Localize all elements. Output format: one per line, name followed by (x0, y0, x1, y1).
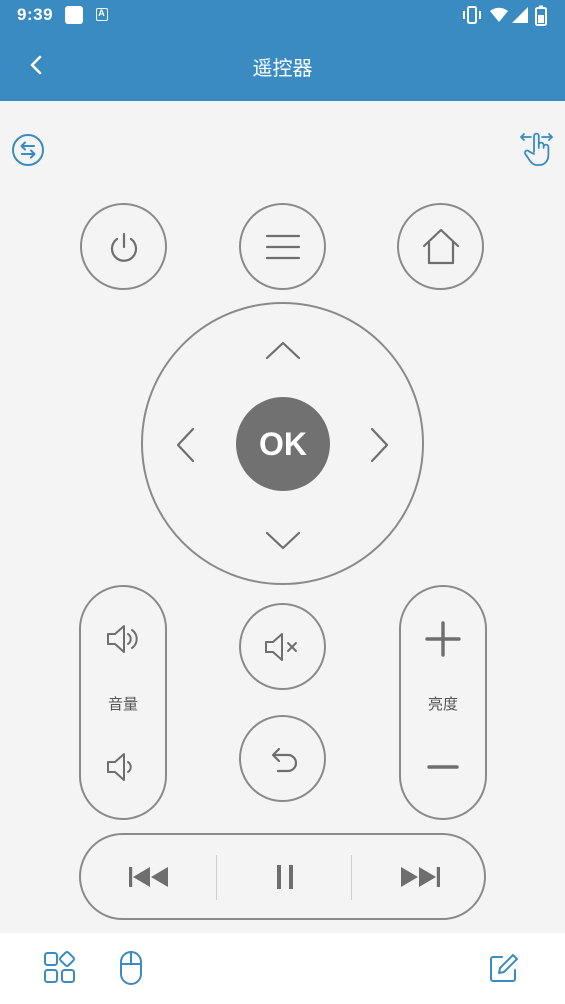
mouse-mode-button[interactable] (113, 950, 149, 986)
media-controls (79, 833, 486, 920)
skip-previous-icon (128, 866, 168, 887)
direction-pad: OK (141, 302, 424, 585)
skip-next-icon (400, 866, 440, 887)
swipe-hand-icon (520, 132, 553, 166)
brightness-control: 亮度 (399, 585, 487, 820)
switch-arrows-icon (12, 134, 44, 166)
vibrate-icon (463, 6, 481, 24)
status-bar: 9:39 A (0, 0, 565, 30)
battery-icon (535, 5, 547, 26)
home-icon (422, 228, 459, 264)
menu-button[interactable] (239, 203, 326, 290)
home-button[interactable] (397, 203, 484, 290)
mouse-icon (120, 951, 142, 985)
chevron-up-icon (265, 341, 301, 360)
previous-button[interactable] (81, 835, 216, 918)
apps-grid-icon (44, 951, 75, 983)
volume-mute-icon (264, 632, 297, 661)
dpad-up-button[interactable] (261, 328, 305, 372)
bottom-bar (0, 933, 565, 1004)
notification-a-icon: A (96, 8, 108, 21)
brightness-down-button[interactable] (421, 745, 465, 789)
pause-icon (276, 864, 293, 889)
plus-icon (425, 621, 461, 657)
edit-icon (490, 954, 518, 982)
volume-up-button[interactable] (101, 617, 145, 661)
power-button[interactable] (80, 203, 167, 290)
volume-up-icon (107, 625, 138, 653)
gesture-mode-button[interactable] (518, 128, 556, 173)
volume-down-button[interactable] (101, 745, 145, 789)
brightness-label: 亮度 (427, 696, 458, 713)
notification-icon (65, 6, 83, 24)
volume-label: 音量 (107, 696, 138, 713)
notification-a-letter: A (98, 8, 105, 18)
return-button[interactable] (239, 715, 326, 802)
chevron-right-icon (370, 427, 389, 463)
switch-device-button[interactable] (11, 133, 45, 172)
power-icon (110, 232, 137, 262)
chevron-left-icon (176, 427, 195, 463)
status-time: 9:39 (17, 5, 54, 24)
menu-icon (265, 234, 300, 259)
volume-down-icon (107, 753, 132, 781)
wifi-icon (490, 7, 508, 22)
app-bar: 遥控器 (0, 30, 565, 101)
apps-button[interactable] (42, 950, 78, 986)
edit-button[interactable] (486, 950, 522, 986)
chevron-down-icon (265, 531, 301, 550)
signal-icon (512, 7, 528, 23)
ok-button[interactable]: OK (236, 397, 330, 491)
return-icon (271, 747, 297, 772)
minus-icon (427, 765, 459, 769)
dpad-right-button[interactable] (358, 423, 402, 467)
pause-button[interactable] (217, 835, 352, 918)
volume-control: 音量 (79, 585, 167, 820)
brightness-up-button[interactable] (421, 617, 465, 661)
dpad-left-button[interactable] (163, 423, 207, 467)
page-title: 遥控器 (252, 58, 313, 80)
dpad-down-button[interactable] (261, 519, 305, 563)
mute-button[interactable] (239, 603, 326, 690)
next-button[interactable] (352, 835, 487, 918)
